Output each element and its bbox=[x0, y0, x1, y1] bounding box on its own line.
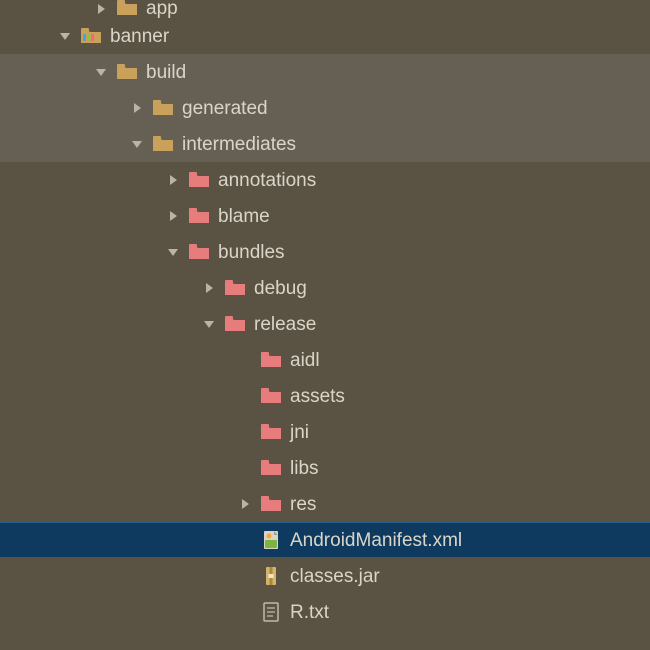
tree-row[interactable]: AndroidManifest.xml bbox=[0, 522, 650, 558]
chevron-right-icon[interactable] bbox=[164, 207, 182, 225]
chevron-right-icon[interactable] bbox=[164, 171, 182, 189]
tree-item-label: banner bbox=[110, 27, 169, 46]
file-tree: app banner build generated intermediates… bbox=[0, 0, 650, 630]
tree-row[interactable]: libs bbox=[0, 450, 650, 486]
module-icon bbox=[80, 26, 102, 46]
tree-row[interactable]: assets bbox=[0, 378, 650, 414]
jar-icon bbox=[260, 566, 282, 586]
tree-item-label: annotations bbox=[218, 171, 316, 190]
tree-item-label: libs bbox=[290, 459, 319, 478]
chevron-right-icon[interactable] bbox=[128, 99, 146, 117]
tree-item-label: R.txt bbox=[290, 603, 329, 622]
tree-row[interactable]: R.txt bbox=[0, 594, 650, 630]
tree-row[interactable]: jni bbox=[0, 414, 650, 450]
folder-tan-icon bbox=[152, 98, 174, 118]
tree-item-label: intermediates bbox=[182, 135, 296, 154]
tree-item-label: res bbox=[290, 495, 316, 514]
tree-item-label: classes.jar bbox=[290, 567, 380, 586]
folder-tan-icon bbox=[152, 134, 174, 154]
tree-item-label: blame bbox=[218, 207, 270, 226]
folder-tan-icon bbox=[116, 0, 138, 18]
tree-row[interactable]: annotations bbox=[0, 162, 650, 198]
folder-pink-icon bbox=[260, 494, 282, 514]
folder-pink-icon bbox=[188, 170, 210, 190]
tree-row[interactable]: res bbox=[0, 486, 650, 522]
tree-row[interactable]: release bbox=[0, 306, 650, 342]
chevron-right-icon[interactable] bbox=[200, 279, 218, 297]
chevron-right-icon[interactable] bbox=[236, 495, 254, 513]
tree-item-label: generated bbox=[182, 99, 268, 118]
tree-row[interactable]: banner bbox=[0, 18, 650, 54]
folder-pink-icon bbox=[260, 422, 282, 442]
folder-tan-icon bbox=[116, 62, 138, 82]
tree-row[interactable]: aidl bbox=[0, 342, 650, 378]
tree-item-label: build bbox=[146, 63, 186, 82]
tree-item-label: debug bbox=[254, 279, 307, 298]
chevron-down-icon[interactable] bbox=[200, 315, 218, 333]
folder-pink-icon bbox=[260, 386, 282, 406]
chevron-right-icon[interactable] bbox=[92, 0, 110, 18]
tree-row[interactable]: bundles bbox=[0, 234, 650, 270]
tree-item-label: assets bbox=[290, 387, 345, 406]
chevron-down-icon[interactable] bbox=[164, 243, 182, 261]
tree-row[interactable]: blame bbox=[0, 198, 650, 234]
folder-pink-icon bbox=[224, 278, 246, 298]
chevron-down-icon[interactable] bbox=[128, 135, 146, 153]
tree-row[interactable]: classes.jar bbox=[0, 558, 650, 594]
chevron-down-icon[interactable] bbox=[56, 27, 74, 45]
chevron-down-icon[interactable] bbox=[92, 63, 110, 81]
tree-item-label: release bbox=[254, 315, 316, 334]
tree-item-label: AndroidManifest.xml bbox=[290, 531, 462, 550]
tree-row[interactable]: intermediates bbox=[0, 126, 650, 162]
folder-pink-icon bbox=[260, 458, 282, 478]
txt-icon bbox=[260, 602, 282, 622]
tree-row[interactable]: debug bbox=[0, 270, 650, 306]
folder-pink-icon bbox=[224, 314, 246, 334]
tree-item-label: jni bbox=[290, 423, 309, 442]
folder-pink-icon bbox=[188, 242, 210, 262]
tree-item-label: app bbox=[146, 0, 178, 18]
folder-pink-icon bbox=[260, 350, 282, 370]
tree-row[interactable]: generated bbox=[0, 90, 650, 126]
tree-row[interactable]: build bbox=[0, 54, 650, 90]
tree-row[interactable]: app bbox=[0, 0, 650, 18]
xml-icon bbox=[260, 530, 282, 550]
folder-pink-icon bbox=[188, 206, 210, 226]
tree-item-label: aidl bbox=[290, 351, 320, 370]
tree-item-label: bundles bbox=[218, 243, 285, 262]
